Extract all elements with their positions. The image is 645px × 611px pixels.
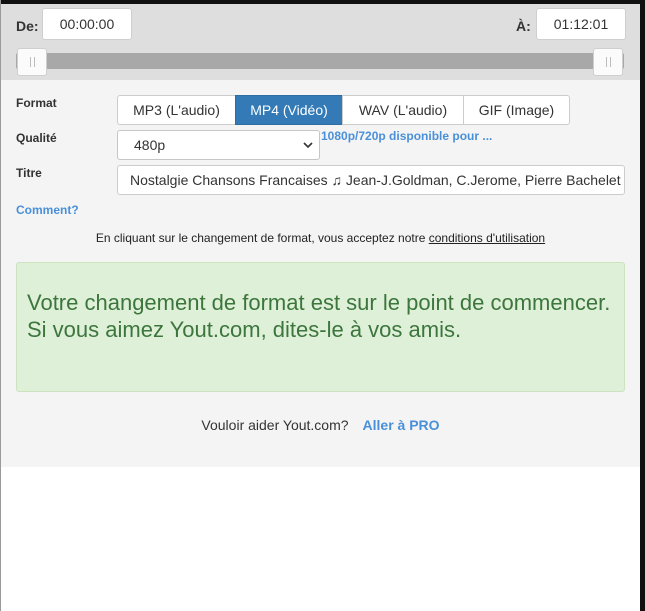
terms-link[interactable]: conditions d'utilisation — [429, 231, 545, 245]
converter-panel: De: 00:00:00 À: 01:12:01 Format MP3 (L'a… — [1, 4, 640, 467]
title-input[interactable]: Nostalgie Chansons Francaises ♫ Jean-J.G… — [117, 165, 625, 195]
pro-question: Vouloir aider Yout.com? — [201, 417, 349, 433]
format-wav-button[interactable]: WAV (L'audio) — [342, 95, 464, 125]
format-label: Format — [16, 96, 57, 110]
help-link[interactable]: Comment? — [16, 203, 79, 217]
go-pro-link[interactable]: Aller à PRO — [363, 417, 440, 433]
window-right-border — [640, 0, 645, 611]
quality-label: Qualité — [16, 131, 57, 145]
format-button-group: MP3 (L'audio) MP4 (Vidéo) WAV (L'audio) … — [117, 95, 570, 125]
end-slider-handle[interactable] — [593, 48, 623, 76]
quality-select[interactable]: 480p — [117, 130, 320, 160]
start-slider-handle[interactable] — [17, 48, 47, 76]
hd-availability-link[interactable]: 1080p/720p disponible pour ... — [321, 129, 492, 143]
start-time-label: De: — [16, 18, 39, 34]
time-range-header: De: 00:00:00 À: 01:12:01 — [1, 4, 640, 80]
quality-select-value: 480p — [134, 137, 166, 153]
terms-notice: En cliquant sur le changement de format,… — [1, 231, 640, 245]
end-time-input[interactable]: 01:12:01 — [536, 8, 626, 40]
format-mp4-button[interactable]: MP4 (Vidéo) — [235, 95, 343, 125]
status-alert: Votre changement de format est sur le po… — [16, 262, 625, 392]
terms-text: En cliquant sur le changement de format,… — [95, 231, 429, 245]
end-time-label: À: — [516, 18, 531, 34]
chevron-down-icon — [303, 142, 313, 149]
format-gif-button[interactable]: GIF (Image) — [463, 95, 570, 125]
title-label: Titre — [16, 166, 42, 180]
pro-promo: Vouloir aider Yout.com? Aller à PRO — [1, 417, 640, 433]
format-mp3-button[interactable]: MP3 (L'audio) — [117, 95, 236, 125]
time-range-slider-track[interactable] — [16, 53, 624, 69]
start-time-input[interactable]: 00:00:00 — [42, 8, 132, 40]
